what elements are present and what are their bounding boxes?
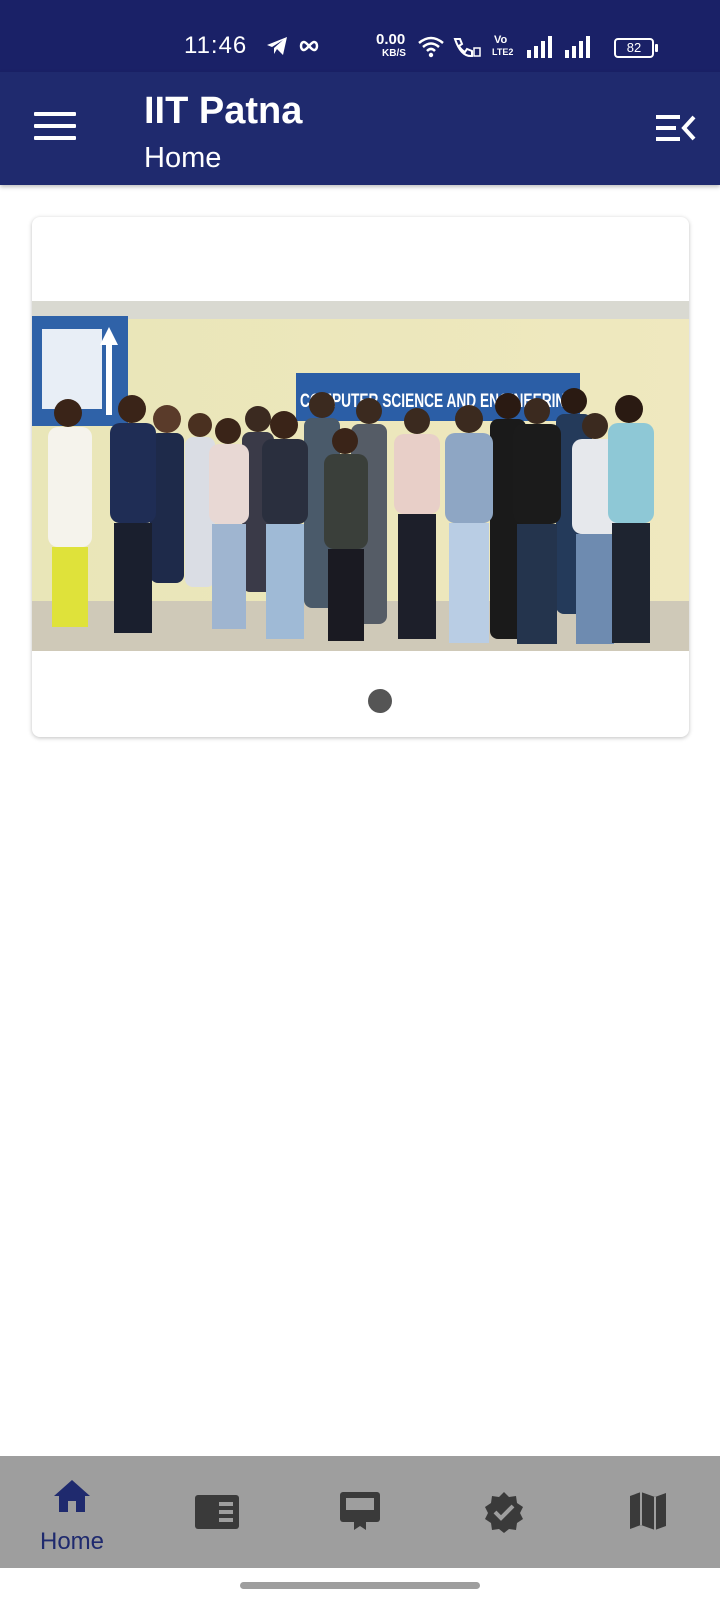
- menu-button[interactable]: [34, 112, 76, 144]
- nav-item-notice-board[interactable]: [288, 1456, 432, 1568]
- volte-top: Vo: [494, 34, 508, 46]
- telegram-icon: [267, 37, 287, 55]
- bottom-navigation: Home: [0, 1456, 720, 1568]
- infinity-icon: [299, 40, 319, 52]
- net-speed-value: 0.00: [376, 31, 406, 48]
- map-icon: [630, 1492, 666, 1530]
- battery-level: 82: [626, 40, 642, 55]
- nav-item-home[interactable]: Home: [0, 1456, 144, 1568]
- nav-item-verified[interactable]: [432, 1456, 576, 1568]
- news-icon: [195, 1495, 239, 1529]
- battery-icon: 82: [614, 38, 658, 58]
- signal-sim2-icon: [565, 36, 590, 58]
- status-time: 11:46: [184, 32, 248, 59]
- nav-item-news[interactable]: [144, 1456, 288, 1568]
- app-title: IIT Patna: [144, 90, 303, 132]
- gesture-home-indicator[interactable]: [240, 1582, 480, 1589]
- notice-board-icon: [340, 1492, 380, 1530]
- page-subtitle: Home: [144, 142, 222, 174]
- app-bar: IIT Patna Home: [0, 72, 720, 185]
- status-bar: 11:46 0.00 KB/S Vo LTE2 82: [0, 0, 720, 72]
- net-speed-unit: KB/S: [382, 48, 406, 59]
- carousel-slide-image[interactable]: COMPUTER SCIENCE AND ENGINEERING: [32, 301, 689, 651]
- carousel-indicator-dot[interactable]: [368, 689, 392, 713]
- volte-bottom: LTE2: [492, 47, 514, 57]
- nav-item-map[interactable]: [576, 1456, 720, 1568]
- signal-sim1-icon: [527, 36, 552, 58]
- wifi-calling-icon: [453, 38, 481, 58]
- image-carousel-card: COMPUTER SCIENCE AND ENGINEERING: [32, 217, 689, 737]
- nav-label-home: Home: [39, 1528, 105, 1555]
- verified-badge-icon: [485, 1492, 523, 1533]
- wifi-icon: [418, 36, 444, 58]
- home-icon: [54, 1480, 90, 1512]
- collapse-menu-icon[interactable]: [654, 112, 696, 144]
